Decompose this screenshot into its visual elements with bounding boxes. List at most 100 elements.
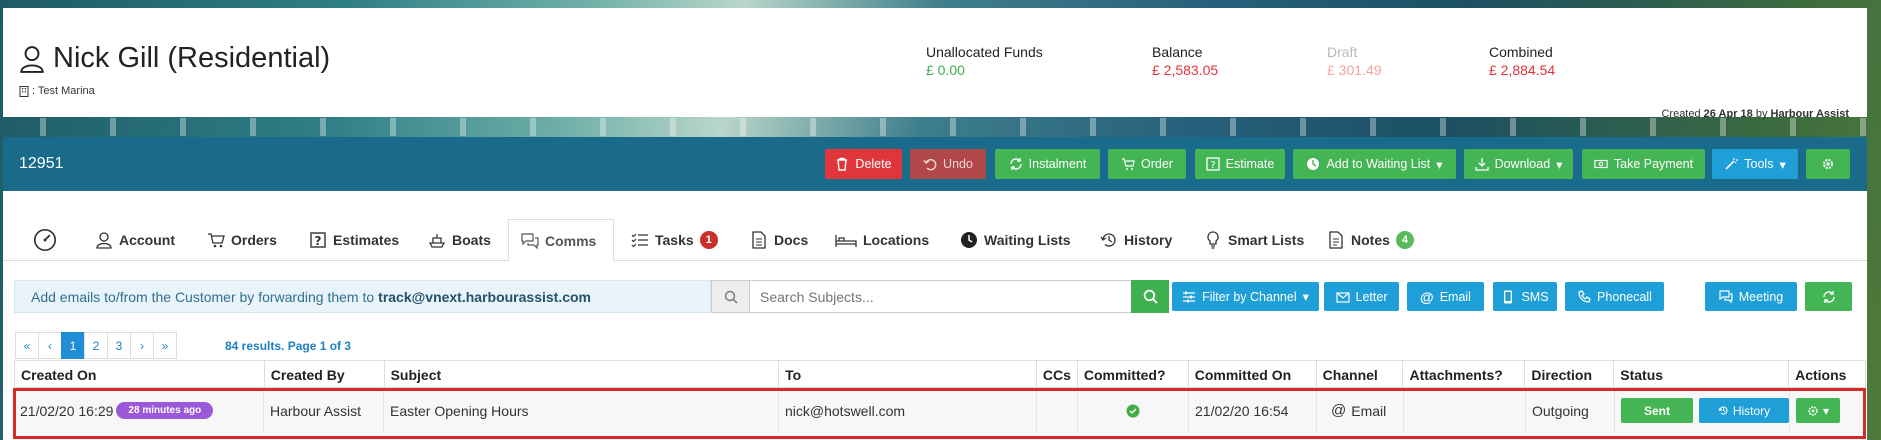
tab-estimates[interactable]: ? Estimates xyxy=(297,219,411,261)
col-to[interactable]: To xyxy=(779,361,1037,389)
page-next-button[interactable]: › xyxy=(130,332,154,359)
tab-account[interactable]: Account xyxy=(83,219,187,261)
marina-name: : Test Marina xyxy=(32,85,95,97)
tab-dashboard[interactable] xyxy=(19,219,71,261)
cart-icon xyxy=(1122,158,1135,170)
tab-comms[interactable]: Comms xyxy=(508,219,614,262)
table-header: Created On Created By Subject To CCs Com… xyxy=(14,360,1866,389)
forward-email: track@vnext.harbourassist.com xyxy=(378,288,591,305)
settings-button[interactable] xyxy=(1806,149,1850,179)
created-prefix: Created xyxy=(1661,108,1701,120)
email-button[interactable]: @ Email xyxy=(1407,282,1484,311)
content-panel: Account Orders ? Estimates Boats Comms T… xyxy=(3,191,1867,440)
delete-button[interactable]: Delete xyxy=(825,149,902,179)
row-actions-gear-button[interactable]: ▾ xyxy=(1796,398,1840,423)
tab-smart-lists[interactable]: Smart Lists xyxy=(1192,219,1316,261)
tab-boats[interactable]: Boats xyxy=(416,219,503,261)
envelope-icon xyxy=(1335,291,1350,303)
caret-down-icon: ▾ xyxy=(1556,157,1563,172)
time-ago-badge: 28 minutes ago xyxy=(116,402,214,419)
tab-waiting-lists[interactable]: Waiting Lists xyxy=(948,219,1083,261)
search-addon xyxy=(712,281,750,312)
marina-line: : Test Marina xyxy=(19,85,95,97)
created-by: Harbour Assist xyxy=(1770,108,1849,120)
created-date: 26 Apr 18 xyxy=(1703,108,1753,120)
background-marina-image xyxy=(0,118,1881,136)
user-icon xyxy=(96,232,112,249)
take-payment-button[interactable]: Take Payment xyxy=(1582,149,1705,179)
cell-ccs xyxy=(1037,388,1078,433)
forward-info-bar: Add emails to/from the Customer by forwa… xyxy=(14,280,711,313)
search-button[interactable] xyxy=(1131,280,1169,313)
phonecall-button[interactable]: Phonecall xyxy=(1565,282,1664,311)
customer-header-card: Nick Gill (Residential) : Test Marina Un… xyxy=(3,8,1867,120)
phone-icon xyxy=(1578,289,1591,303)
forward-info-text: Add emails to/from the Customer by forwa… xyxy=(31,288,375,305)
tab-notes[interactable]: Notes 4 xyxy=(1315,219,1426,261)
page-prev-button[interactable]: ‹ xyxy=(38,332,62,359)
gear-icon xyxy=(1808,405,1818,416)
draft-label: Draft xyxy=(1327,44,1358,60)
search-subjects-input[interactable] xyxy=(750,281,1138,312)
col-actions[interactable]: Actions xyxy=(1789,361,1865,389)
page-first-button[interactable]: « xyxy=(15,332,39,359)
cell-to: nick@hotswell.com xyxy=(779,388,1037,433)
col-created-on[interactable]: Created On xyxy=(15,361,265,389)
sent-status-button[interactable]: Sent xyxy=(1621,398,1693,423)
sliders-icon xyxy=(1183,291,1196,302)
tasks-list-icon xyxy=(631,233,648,248)
col-created-by[interactable]: Created By xyxy=(265,361,385,389)
meeting-button[interactable]: Meeting xyxy=(1705,282,1797,311)
order-button[interactable]: Order xyxy=(1108,149,1186,179)
page-1-button[interactable]: 1 xyxy=(61,332,85,359)
page-2-button[interactable]: 2 xyxy=(84,332,108,359)
filter-by-channel-button[interactable]: Filter by Channel ▾ xyxy=(1172,282,1319,311)
col-committed[interactable]: Committed? xyxy=(1078,361,1189,389)
undo-button[interactable]: Undo xyxy=(910,149,986,179)
money-icon xyxy=(1594,159,1608,169)
channel-value: Email xyxy=(1351,402,1387,419)
cell-subject: Easter Opening Hours xyxy=(384,388,779,433)
estimate-button[interactable]: ? Estimate xyxy=(1195,149,1285,179)
page-3-button[interactable]: 3 xyxy=(107,332,131,359)
combined-label: Combined xyxy=(1489,44,1553,60)
results-summary: 84 results. Page 1 of 3 xyxy=(225,339,352,353)
cell-committed xyxy=(1078,388,1189,433)
page-last-button[interactable]: » xyxy=(153,332,177,359)
record-toolbar: 12951 Delete Undo Instalment Order ? Est… xyxy=(3,137,1867,191)
customer-title: Nick Gill (Residential) xyxy=(19,42,330,75)
col-direction[interactable]: Direction xyxy=(1525,361,1615,389)
boat-icon xyxy=(428,234,446,248)
gear-icon xyxy=(1823,159,1833,169)
letter-button[interactable]: Letter xyxy=(1324,282,1399,311)
row-history-button[interactable]: History xyxy=(1699,398,1789,423)
document-icon xyxy=(752,231,766,249)
tools-button[interactable]: Tools ▾ xyxy=(1712,149,1798,179)
unallocated-label: Unallocated Funds xyxy=(926,44,1043,60)
caret-down-icon: ▾ xyxy=(1779,157,1786,172)
undo-icon xyxy=(923,158,937,171)
instalment-button[interactable]: Instalment xyxy=(995,149,1100,179)
col-attachments[interactable]: Attachments? xyxy=(1403,361,1526,389)
col-ccs[interactable]: CCs xyxy=(1037,361,1078,389)
col-channel[interactable]: Channel xyxy=(1317,361,1404,389)
add-to-waiting-list-button[interactable]: Add to Waiting List ▾ xyxy=(1293,149,1456,179)
download-button[interactable]: Download ▾ xyxy=(1464,149,1573,179)
col-status[interactable]: Status xyxy=(1614,361,1790,389)
tab-orders[interactable]: Orders xyxy=(195,219,289,261)
record-id: 12951 xyxy=(19,155,64,172)
tab-locations[interactable]: Locations xyxy=(823,219,941,261)
balance-value: £ 2,583.05 xyxy=(1152,62,1219,78)
col-subject[interactable]: Subject xyxy=(385,361,780,389)
caret-down-icon: ▾ xyxy=(1436,157,1443,172)
col-committed-on[interactable]: Committed On xyxy=(1189,361,1317,389)
refresh-button[interactable] xyxy=(1805,282,1852,311)
tab-docs[interactable]: Docs xyxy=(738,219,820,261)
at-icon: @ xyxy=(1331,402,1347,419)
tab-history[interactable]: History xyxy=(1088,219,1184,261)
sms-button[interactable]: SMS xyxy=(1493,282,1557,311)
table-row[interactable]: 21/02/20 16:29 28 minutes ago Harbour As… xyxy=(14,388,1866,433)
svg-text:?: ? xyxy=(315,234,322,248)
unallocated-value: £ 0.00 xyxy=(926,62,965,78)
tab-tasks[interactable]: Tasks 1 xyxy=(619,219,730,261)
